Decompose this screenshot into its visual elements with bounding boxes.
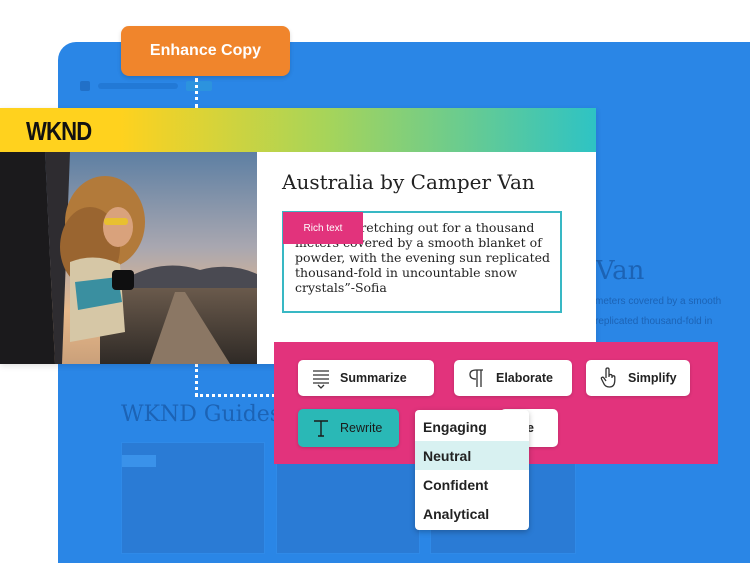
article-title: Australia by Camper Van xyxy=(282,170,535,194)
connector-line xyxy=(195,394,275,397)
connector-line xyxy=(195,78,198,108)
tone-option-confident[interactable]: Confident xyxy=(415,470,529,499)
guide-card xyxy=(121,442,265,554)
wknd-logo: WKND xyxy=(26,116,92,146)
summarize-button[interactable]: Summarize xyxy=(298,360,434,396)
simplify-button[interactable]: Simplify xyxy=(586,360,690,396)
connector-line xyxy=(195,364,198,396)
traveler-photo-image xyxy=(0,152,257,364)
rich-text-badge: Rich text xyxy=(283,212,363,244)
background-toolbar xyxy=(80,78,240,94)
pilcrow-icon xyxy=(469,369,483,387)
background-guides-heading: WKND Guides xyxy=(121,402,282,427)
tone-option-analytical[interactable]: Analytical xyxy=(415,499,529,528)
toolbar-placeholder xyxy=(98,83,178,89)
rewrite-label: Rewrite xyxy=(340,421,383,435)
text-t-icon xyxy=(314,420,328,437)
elaborate-label: Elaborate xyxy=(496,371,553,385)
tone-dropdown-menu: Engaging Neutral Confident Analytical xyxy=(415,410,529,530)
hero-photo xyxy=(0,152,257,364)
summarize-lines-icon xyxy=(313,370,329,389)
tone-option-engaging[interactable]: Engaging xyxy=(415,412,529,441)
simplify-label: Simplify xyxy=(628,371,677,385)
hand-pointer-icon xyxy=(600,367,616,388)
summarize-label: Summarize xyxy=(340,371,407,385)
enhance-copy-button[interactable]: Enhance Copy xyxy=(121,26,290,76)
brand-header: WKND xyxy=(0,108,596,152)
tone-option-neutral[interactable]: Neutral xyxy=(415,441,529,470)
app-logo-icon xyxy=(80,81,90,91)
rewrite-button[interactable]: Rewrite xyxy=(298,409,399,447)
background-text: meters covered by a smooth replicated th… xyxy=(595,296,722,327)
toolbar-pill xyxy=(186,81,212,91)
elaborate-button[interactable]: Elaborate xyxy=(454,360,572,396)
